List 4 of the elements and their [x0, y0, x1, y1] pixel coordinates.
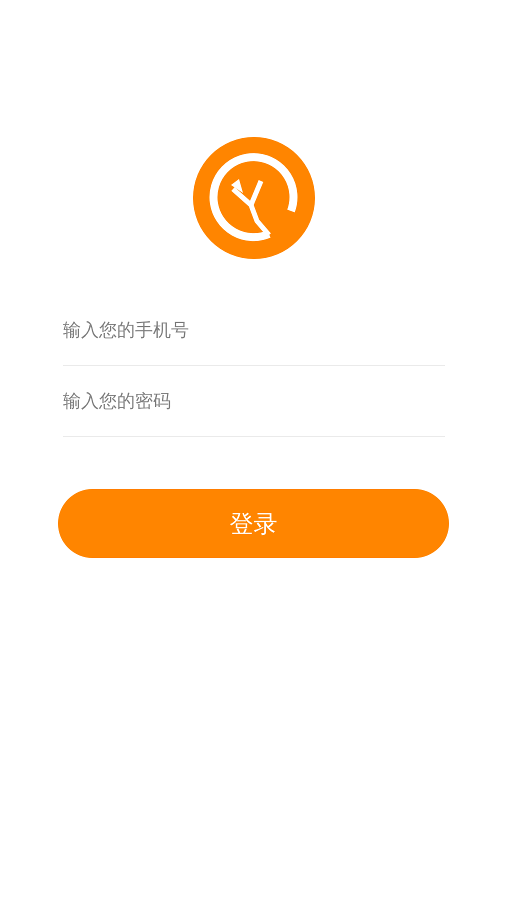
clock-logo-icon: [192, 137, 314, 259]
input-field[interactable]: 输入您的密码: [63, 366, 445, 437]
login-button[interactable]: 登录: [58, 489, 449, 558]
input-field[interactable]: 输入您的手机号: [63, 295, 445, 366]
